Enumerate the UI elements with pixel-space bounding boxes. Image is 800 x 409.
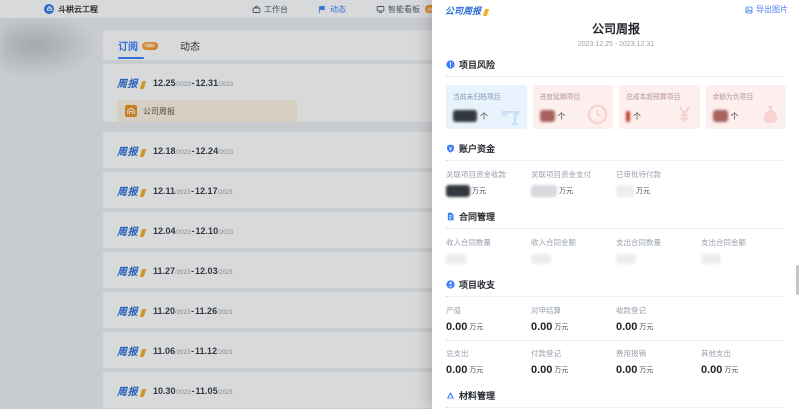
shield-icon xyxy=(446,144,455,153)
risk-card-delayed: 进度延期项目 个 xyxy=(533,85,614,129)
stat-funds-received: 关联项目资金收款 万元 xyxy=(446,169,531,197)
redacted-value xyxy=(616,185,634,197)
crane-icon xyxy=(499,104,523,126)
report-date-range: 2023.12.25 - 2023.12.31 xyxy=(432,41,800,48)
divider xyxy=(446,160,786,161)
report-title: 公司周报 xyxy=(432,20,800,37)
report-drawer: 公司周报 导出图片 公司周报 2023.12.25 - 2023.12.31 项… xyxy=(432,0,800,409)
export-image-label: 导出图片 xyxy=(756,4,788,15)
alert-circle-icon xyxy=(446,60,455,69)
stat-funds-paid: 关联项目资金支付 万元 xyxy=(531,169,616,197)
stat-funds-pending: 已审批待付款 万元 xyxy=(616,169,701,197)
divider xyxy=(446,228,786,229)
redacted-value xyxy=(453,110,477,122)
divider xyxy=(446,76,786,77)
redacted-value xyxy=(531,254,551,264)
section-project-income-expense: 项目收支 产值 0.00万元 对甲结算 0.00万元 收款登记 0.00万元 xyxy=(446,278,786,376)
divider xyxy=(446,296,786,297)
stat-income-contract-amount: 收入合同金额 xyxy=(531,237,616,265)
report-corner-logo: 公司周报 xyxy=(445,4,488,17)
stat-output-value: 产值 0.00万元 xyxy=(446,305,531,333)
stat-total-expense: 总支出 0.00万元 xyxy=(446,348,531,376)
redacted-value xyxy=(626,111,630,122)
stat-expense-contract-count: 支出合同数量 xyxy=(616,237,701,265)
risk-card-unarchived: 当前未归档项目 个 xyxy=(446,85,527,129)
stat-expense-reimbursement: 费用报销 0.00万元 xyxy=(616,348,701,376)
money-bag-icon xyxy=(759,103,782,126)
divider xyxy=(446,340,786,341)
stat-income-contract-count: 收入合同数量 xyxy=(446,237,531,265)
screen: 斗栱云工程 工作台 动态 智能看板 订阅 xyxy=(0,0,800,409)
card-unit: 个 xyxy=(558,111,566,122)
section-title: 项目风险 xyxy=(459,58,495,71)
stat-expense-contract-amount: 支出合同金额 xyxy=(701,237,786,265)
divider xyxy=(446,407,786,408)
card-label: 余额为负项目 xyxy=(713,91,780,101)
section-project-risk: 项目风险 当前未归档项目 个 进度延期项目 个 总成本超预算项目 xyxy=(446,58,786,129)
risk-card-negative-balance: 余额为负项目 个 xyxy=(706,85,787,129)
stat-owner-settlement: 对甲结算 0.00万元 xyxy=(531,305,616,333)
stat-receipt-register: 收款登记 0.00万元 xyxy=(616,305,701,333)
yuan-icon xyxy=(673,103,696,126)
card-unit: 个 xyxy=(480,111,488,122)
section-title: 账户资金 xyxy=(459,142,495,155)
redacted-value xyxy=(531,185,557,197)
section-account-funds: 账户资金 关联项目资金收款 万元 关联项目资金支付 万元 已审批待付款 万元 xyxy=(446,142,786,197)
income-expense-icon xyxy=(446,280,455,289)
contract-icon xyxy=(446,212,455,221)
card-unit: 个 xyxy=(633,111,641,122)
section-contract-management: 合同管理 收入合同数量 收入合同金额 支出合同数量 xyxy=(446,210,786,265)
redacted-value xyxy=(540,110,555,122)
stat-other-expense: 其他支出 0.00万元 xyxy=(701,348,786,376)
card-label: 总成本超预算项目 xyxy=(626,91,693,101)
redacted-value xyxy=(713,110,728,122)
material-icon xyxy=(446,391,455,400)
redacted-value xyxy=(446,185,470,197)
modal-overlay[interactable] xyxy=(0,0,432,409)
section-title: 材料管理 xyxy=(459,389,495,402)
redacted-value xyxy=(446,254,466,264)
clock-icon xyxy=(586,103,609,126)
scrollbar-thumb[interactable] xyxy=(796,265,799,295)
redacted-value xyxy=(616,254,636,264)
card-label: 当前未归档项目 xyxy=(453,91,520,101)
export-image-button[interactable]: 导出图片 xyxy=(745,4,788,15)
section-material-management: 材料管理 采购订单数量 0个 采购订单金额 0.00万元 入库单金额 0.00万… xyxy=(446,389,786,409)
export-image-icon xyxy=(745,6,753,14)
card-unit: 个 xyxy=(731,111,739,122)
redacted-value xyxy=(701,254,721,264)
section-title: 项目收支 xyxy=(459,278,495,291)
risk-card-over-budget: 总成本超预算项目 个 xyxy=(619,85,700,129)
card-label: 进度延期项目 xyxy=(540,91,607,101)
section-title: 合同管理 xyxy=(459,210,495,223)
stat-payment-register: 付款登记 0.00万元 xyxy=(531,348,616,376)
